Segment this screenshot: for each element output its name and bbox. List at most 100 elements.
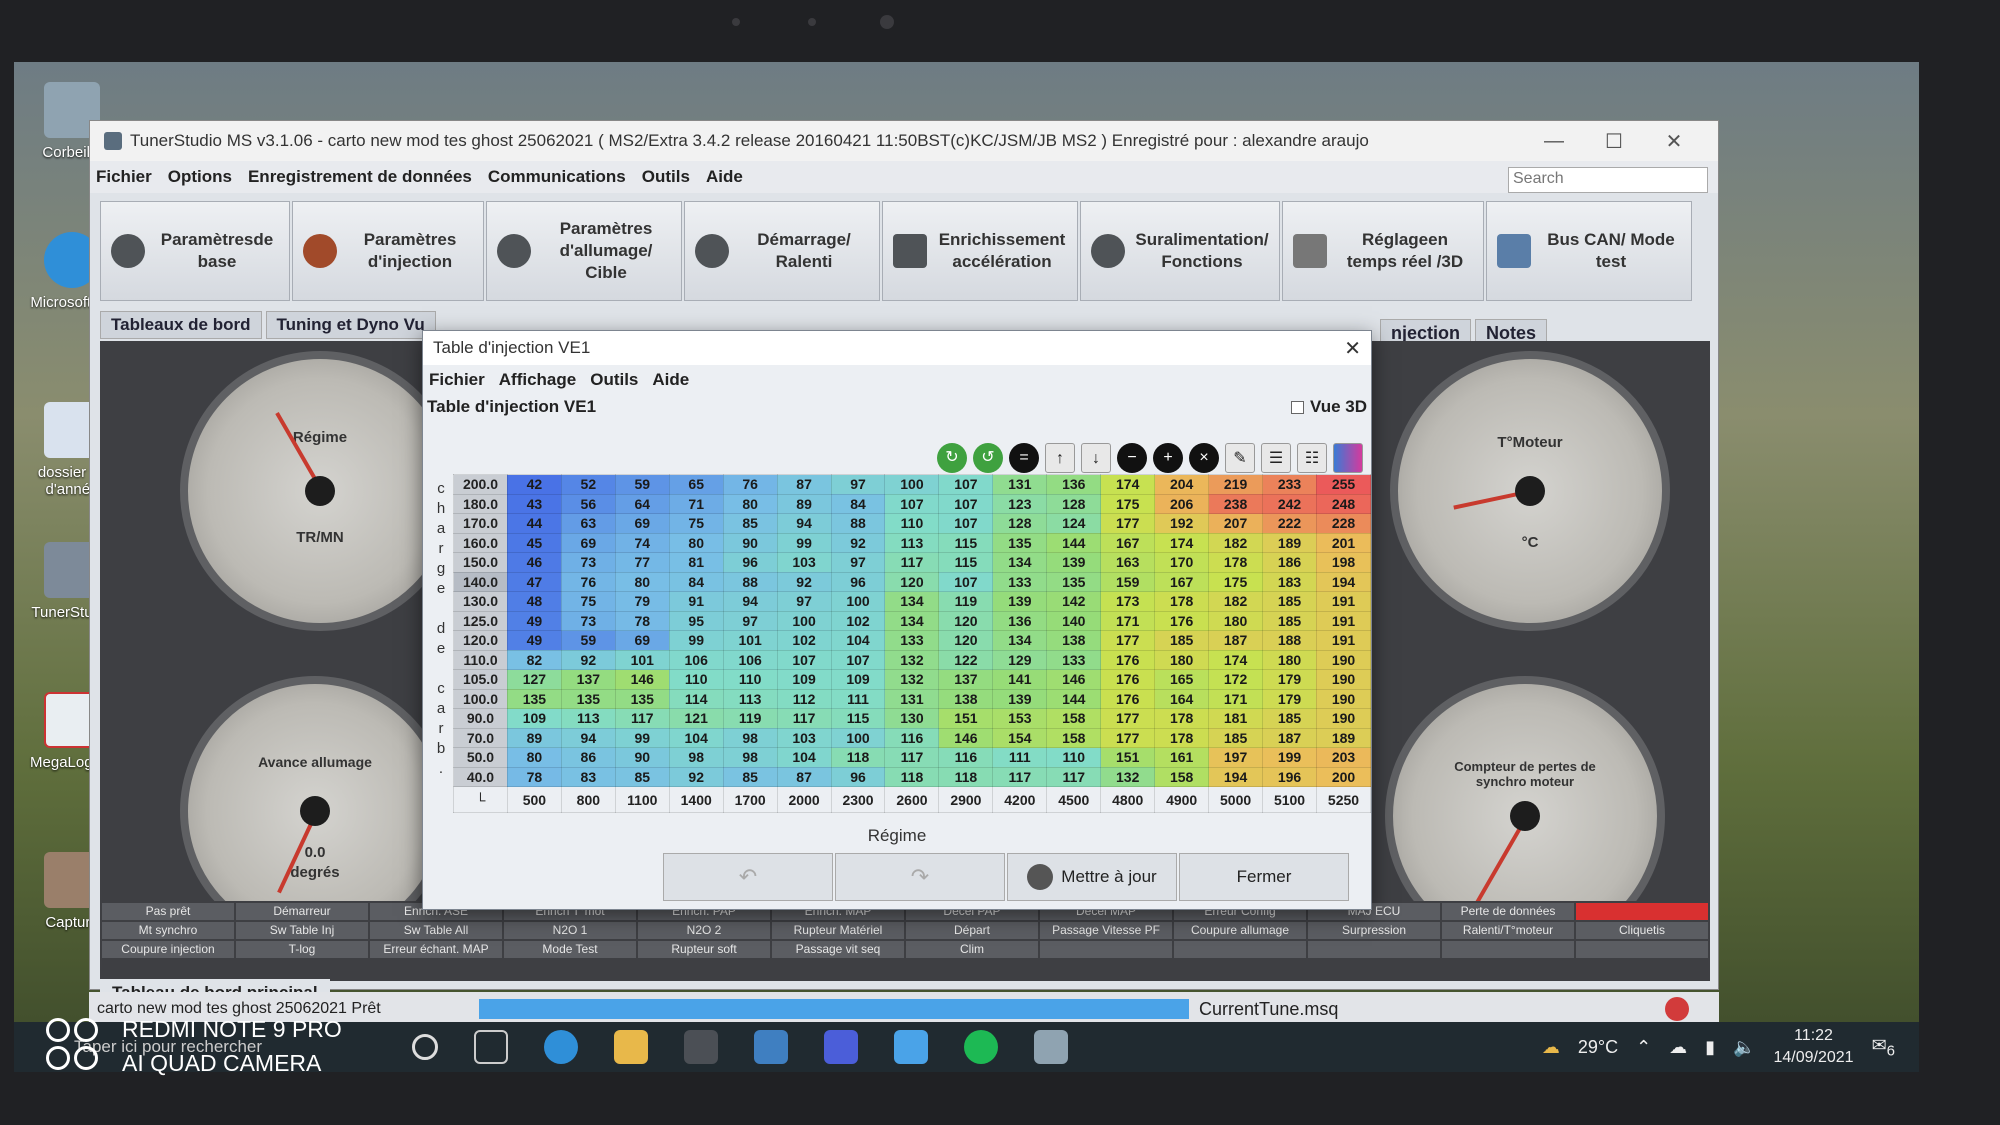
x-axis-tick[interactable]: 800 [560,786,616,813]
table-cell[interactable]: 171 [1100,610,1156,631]
minus-icon[interactable]: − [1117,443,1147,473]
toolbar-can-bus-button[interactable]: Bus CAN/ Mode test [1486,201,1692,301]
table-cell[interactable]: 107 [884,493,940,514]
table-cell[interactable]: 69 [614,513,670,534]
table-cell[interactable]: 87 [776,766,832,787]
x-axis-tick[interactable]: 2300 [830,786,886,813]
table-cell[interactable]: 92 [560,649,616,670]
table-cell[interactable]: 180 [1208,610,1264,631]
table-cell[interactable]: 102 [830,610,886,631]
table-cell[interactable]: 120 [884,571,940,592]
table-cell[interactable]: 137 [560,669,616,690]
menu-options[interactable]: Options [168,167,232,187]
table-cell[interactable]: 86 [560,747,616,768]
tab-dashboards[interactable]: Tableaux de bord [100,311,262,339]
table-cell[interactable]: 178 [1208,552,1264,573]
x-axis-tick[interactable]: 5000 [1208,786,1264,813]
table-cell[interactable]: 138 [938,688,994,709]
table-cell[interactable]: 100 [830,727,886,748]
table-cell[interactable]: 183 [1262,571,1317,592]
table-cell[interactable]: 131 [992,474,1048,495]
battery-icon[interactable]: ▮ [1705,1037,1715,1058]
table-cell[interactable]: 139 [1046,552,1102,573]
table-cell[interactable]: 132 [884,669,940,690]
x-axis-tick[interactable]: 4500 [1046,786,1102,813]
x-axis-tick[interactable]: 2000 [776,786,832,813]
app-icon[interactable] [824,1030,858,1064]
table-cell[interactable]: 96 [830,571,886,592]
table-cell[interactable]: 182 [1208,532,1264,553]
table-cell[interactable]: 197 [1208,747,1264,768]
table-cell[interactable]: 109 [830,669,886,690]
table-cell[interactable]: 198 [1315,552,1372,573]
table-cell[interactable]: 176 [1154,610,1210,631]
table-cell[interactable]: 158 [1046,708,1102,729]
table-cell[interactable]: 207 [1208,513,1264,534]
table-cell[interactable]: 102 [776,630,832,651]
table-cell[interactable]: 98 [668,747,724,768]
table-cell[interactable]: 75 [668,513,724,534]
table-cell[interactable]: 191 [1315,591,1372,612]
table-cell[interactable]: 161 [1154,747,1210,768]
table-cell[interactable]: 76 [560,571,616,592]
table-cell[interactable]: 185 [1262,708,1317,729]
table-cell[interactable]: 81 [668,552,724,573]
table-cell[interactable]: 117 [614,708,670,729]
menu-fichier[interactable]: Fichier [96,167,152,187]
table-cell[interactable]: 203 [1315,747,1372,768]
table-cell[interactable]: 112 [776,688,832,709]
task-view-icon[interactable] [474,1030,508,1064]
table-cell[interactable]: 88 [722,571,778,592]
table-cell[interactable]: 128 [992,513,1048,534]
table-cell[interactable]: 109 [776,669,832,690]
table-cell[interactable]: 134 [884,610,940,631]
table-cell[interactable]: 185 [1262,591,1317,612]
table-cell[interactable]: 144 [1046,688,1102,709]
table-cell[interactable]: 242 [1262,493,1317,514]
table-cell[interactable]: 187 [1208,630,1264,651]
table-cell[interactable]: 96 [722,552,778,573]
table-cell[interactable]: 158 [1154,766,1210,787]
file-explorer-icon[interactable] [614,1030,648,1064]
table-cell[interactable]: 135 [560,688,616,709]
table-cell[interactable]: 92 [830,532,886,553]
table-cell[interactable]: 151 [1100,747,1156,768]
y-axis-tick[interactable]: 160.0 [453,532,508,553]
table-cell[interactable]: 89 [506,727,562,748]
dialog-close-icon[interactable]: ✕ [1344,336,1361,361]
table-cell[interactable]: 99 [776,532,832,553]
toolbar-accel-enrichment-button[interactable]: Enrichissement accélération [882,201,1078,301]
table-cell[interactable]: 132 [1100,766,1156,787]
table-cell[interactable]: 47 [506,571,562,592]
table-cell[interactable]: 84 [668,571,724,592]
table-cell[interactable]: 82 [506,649,562,670]
table-cell[interactable]: 201 [1315,532,1372,553]
table-cell[interactable]: 238 [1208,493,1264,514]
table-cell[interactable]: 49 [506,630,562,651]
table-cell[interactable]: 233 [1262,474,1317,495]
refresh-icon[interactable]: ↺ [973,443,1003,473]
table-cell[interactable]: 107 [938,513,994,534]
table-cell[interactable]: 191 [1315,610,1372,631]
table-cell[interactable]: 176 [1100,649,1156,670]
table-cell[interactable]: 96 [830,766,886,787]
tab-tuning-dyno[interactable]: Tuning et Dyno Vu [265,311,436,339]
y-axis-tick[interactable]: 130.0 [453,591,508,612]
minimize-icon[interactable]: — [1524,130,1584,153]
table-cell[interactable]: 97 [722,610,778,631]
x-axis-tick[interactable]: 4900 [1154,786,1210,813]
y-axis-tick[interactable]: 140.0 [453,571,508,592]
table-cell[interactable]: 64 [614,493,670,514]
toolbar-injection-settings-button[interactable]: Paramètres d'injection [292,201,484,301]
redo-button[interactable]: ↷ [835,853,1005,901]
table-cell[interactable]: 101 [614,649,670,670]
table-cell[interactable]: 78 [506,766,562,787]
table-cell[interactable]: 120 [938,630,994,651]
search-input[interactable]: Search [1508,167,1708,193]
y-axis-tick[interactable]: 100.0 [453,688,508,709]
table-cell[interactable]: 117 [884,552,940,573]
table-cell[interactable]: 146 [938,727,994,748]
table-cell[interactable]: 98 [722,747,778,768]
table-cell[interactable]: 100 [776,610,832,631]
table-cell[interactable]: 190 [1315,649,1372,670]
